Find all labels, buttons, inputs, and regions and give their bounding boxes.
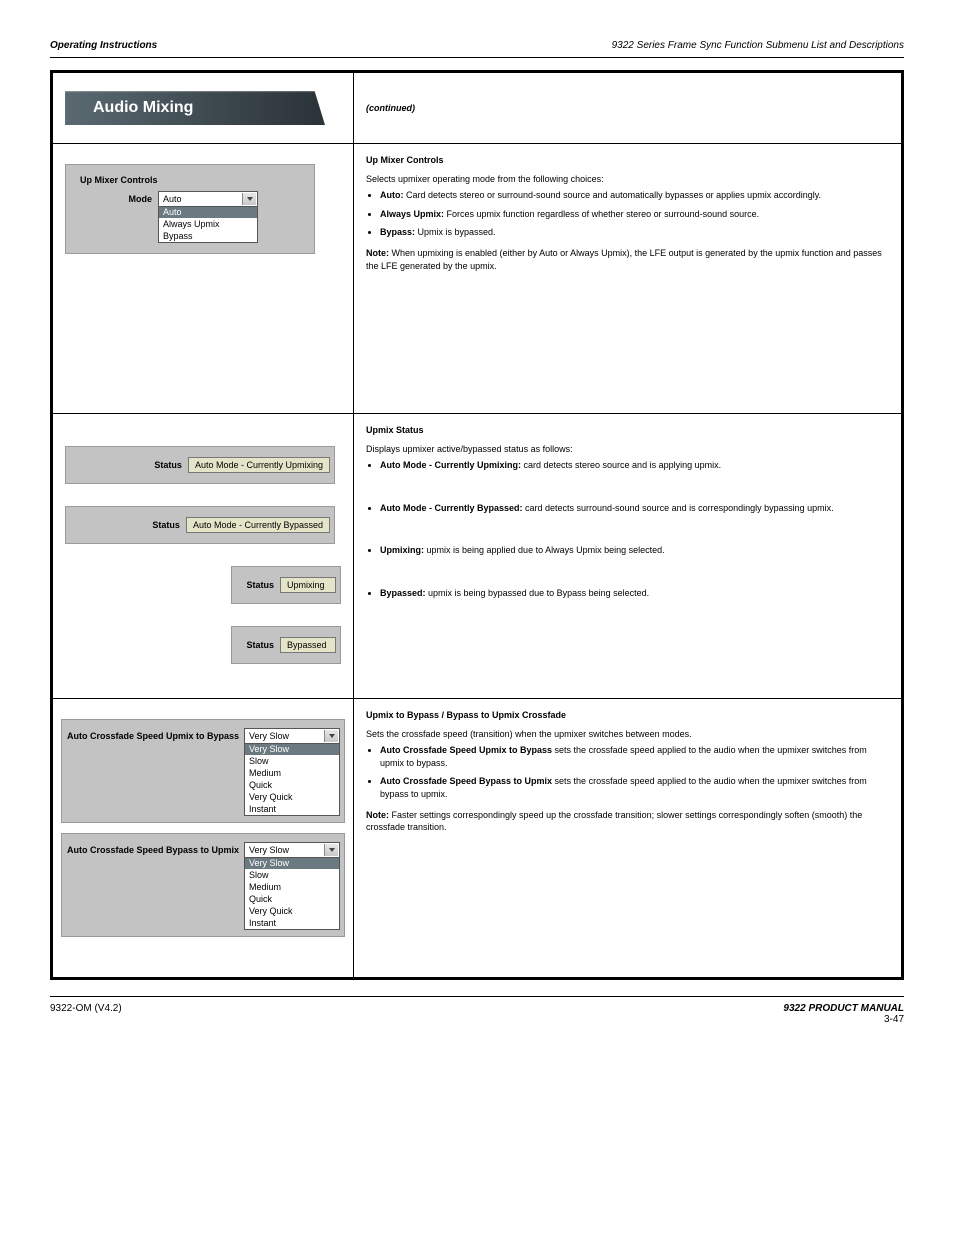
- combo-option[interactable]: Very Quick: [245, 791, 339, 803]
- crossfade-title: Upmix to Bypass / Bypass to Upmix Crossf…: [366, 709, 889, 722]
- status-label: Status: [246, 640, 274, 650]
- function-table: Audio Mixing (continued) Up Mixer Contro…: [50, 70, 904, 980]
- list-item: Auto Mode - Currently Bypassed: card det…: [380, 502, 889, 515]
- combo-option[interactable]: Medium: [245, 767, 339, 779]
- list-item: Bypass: Upmix is bypassed.: [380, 226, 889, 239]
- combo-option[interactable]: Very Slow: [245, 743, 339, 755]
- combo-option[interactable]: Slow: [245, 869, 339, 881]
- status-panel-2: Status Auto Mode - Currently Bypassed: [65, 506, 335, 544]
- crossfade-bypass-to-upmix-panel: Auto Crossfade Speed Bypass to Upmix Ver…: [61, 833, 345, 937]
- mode-option[interactable]: Auto: [159, 206, 257, 218]
- status-value: Auto Mode - Currently Upmixing: [188, 457, 330, 473]
- status-value: Bypassed: [280, 637, 336, 653]
- combo-option[interactable]: Very Quick: [245, 905, 339, 917]
- crossfade-desc: Sets the crossfade speed (transition) wh…: [366, 728, 889, 741]
- header-chapter: Operating Instructions: [50, 40, 157, 51]
- list-item: Always Upmix: Forces upmix function rega…: [380, 208, 889, 221]
- combo-option[interactable]: Quick: [245, 779, 339, 791]
- status-label: Status: [154, 460, 182, 470]
- status-label: Status: [152, 520, 180, 530]
- combo-option[interactable]: Very Slow: [245, 857, 339, 869]
- list-item: Upmixing: upmix is being applied due to …: [380, 544, 889, 557]
- combo-option[interactable]: Medium: [245, 881, 339, 893]
- section-banner: Audio Mixing: [65, 91, 325, 125]
- list-item: Bypassed: upmix is being bypassed due to…: [380, 587, 889, 600]
- status-value: Upmixing: [280, 577, 336, 593]
- crossfade-note: Note: Faster settings correspondingly sp…: [366, 809, 889, 834]
- list-item: Auto Mode - Currently Upmixing: card det…: [380, 459, 889, 472]
- status-panel-3: Status Upmixing: [231, 566, 341, 604]
- mode-select[interactable]: Auto: [158, 191, 258, 207]
- mode-label: Mode: [74, 191, 158, 204]
- upmixer-bullet-list: Auto: Card detects stereo or surround-so…: [366, 189, 889, 239]
- chevron-down-icon: [324, 844, 338, 856]
- crossfade-u2b-options: Very Slow Slow Medium Quick Very Quick I…: [244, 743, 340, 816]
- crossfade-upmix-to-bypass-panel: Auto Crossfade Speed Upmix to Bypass Ver…: [61, 719, 345, 823]
- status-value: Auto Mode - Currently Bypassed: [186, 517, 330, 533]
- status-desc: Displays upmixer active/bypassed status …: [366, 443, 889, 456]
- crossfade-u2b-label: Auto Crossfade Speed Upmix to Bypass: [66, 728, 244, 741]
- page-footer: 9322-OM (V4.2) 9322 PRODUCT MANUAL 3-47: [50, 996, 904, 1025]
- list-item: Auto Crossfade Speed Bypass to Upmix set…: [380, 775, 889, 800]
- crossfade-b2u-options: Very Slow Slow Medium Quick Very Quick I…: [244, 857, 340, 930]
- page-header: Operating Instructions 9322 Series Frame…: [50, 40, 904, 58]
- crossfade-b2u-select[interactable]: Very Slow: [244, 842, 340, 858]
- crossfade-b2u-label: Auto Crossfade Speed Bypass to Upmix: [66, 842, 244, 855]
- crossfade-bullet-list: Auto Crossfade Speed Upmix to Bypass set…: [366, 744, 889, 800]
- upmixer-title: Up Mixer Controls: [366, 154, 889, 167]
- status-panel-1: Status Auto Mode - Currently Upmixing: [65, 446, 335, 484]
- continued-label: (continued): [366, 103, 415, 113]
- upmixer-panel: Up Mixer Controls Mode Auto Auto Always …: [65, 164, 315, 254]
- chevron-down-icon: [242, 193, 256, 205]
- status-bullet-list: Auto Mode - Currently Upmixing: card det…: [366, 459, 889, 599]
- list-item: Auto: Card detects stereo or surround-so…: [380, 189, 889, 202]
- status-panel-4: Status Bypassed: [231, 626, 341, 664]
- header-section: 9322 Series Frame Sync Function Submenu …: [612, 40, 904, 51]
- combo-option[interactable]: Instant: [245, 917, 339, 929]
- mode-option[interactable]: Bypass: [159, 230, 257, 242]
- crossfade-u2b-select[interactable]: Very Slow: [244, 728, 340, 744]
- upmixer-desc: Selects upmixer operating mode from the …: [366, 173, 889, 186]
- footer-left: 9322-OM (V4.2): [50, 1003, 122, 1025]
- mode-option[interactable]: Always Upmix: [159, 218, 257, 230]
- combo-option[interactable]: Slow: [245, 755, 339, 767]
- footer-page: 3-47: [783, 1014, 904, 1025]
- upmixer-legend: Up Mixer Controls: [76, 175, 306, 185]
- combo-option[interactable]: Instant: [245, 803, 339, 815]
- upmixer-note: Note: When upmixing is enabled (either b…: [366, 247, 889, 272]
- chevron-down-icon: [324, 730, 338, 742]
- status-label: Status: [246, 580, 274, 590]
- list-item: Auto Crossfade Speed Upmix to Bypass set…: [380, 744, 889, 769]
- combo-option[interactable]: Quick: [245, 893, 339, 905]
- footer-product: 9322 PRODUCT MANUAL: [783, 1003, 904, 1014]
- mode-options-list: Auto Always Upmix Bypass: [158, 206, 258, 243]
- status-title: Upmix Status: [366, 424, 889, 437]
